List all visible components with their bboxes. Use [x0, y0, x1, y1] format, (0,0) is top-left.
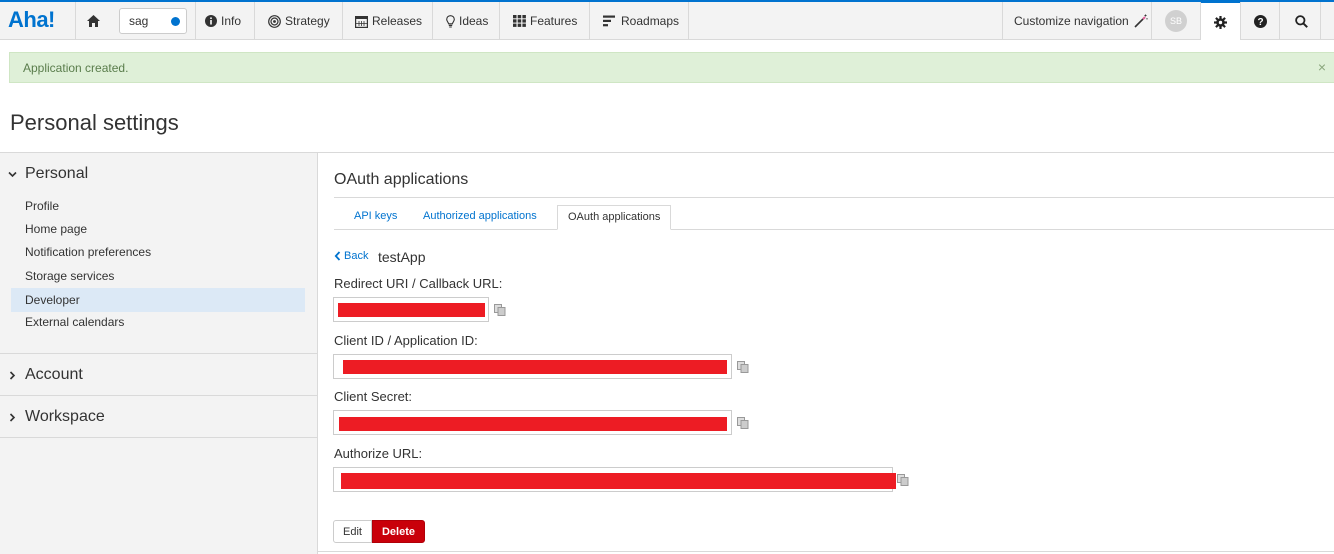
success-flash-message: Application created. × — [9, 52, 1334, 83]
nav-info[interactable]: Info — [205, 2, 241, 40]
info-circle-icon — [205, 15, 217, 27]
authorize-url-label: Authorize URL: — [334, 446, 423, 461]
top-navigation-bar: Aha! sag Info Strategy Releases Ideas Fe… — [0, 0, 1334, 41]
copy-icon[interactable] — [897, 474, 909, 486]
lightbulb-icon — [446, 14, 455, 27]
nav-releases[interactable]: Releases — [355, 2, 422, 40]
divider — [0, 395, 318, 396]
divider — [318, 551, 1334, 552]
help-circle-icon: ? — [1253, 14, 1267, 28]
redacted-value — [343, 360, 727, 374]
search-icon — [1294, 14, 1308, 28]
calendar-icon — [355, 15, 368, 28]
nav-strategy[interactable]: Strategy — [268, 2, 330, 40]
workspace-selector[interactable]: sag — [119, 8, 187, 34]
settings-sidebar: Personal Profile Home page Notification … — [0, 153, 318, 554]
sidebar-section-workspace[interactable]: Workspace — [8, 408, 105, 426]
chevron-right-icon — [9, 412, 16, 422]
sidebar-section-account[interactable]: Account — [8, 366, 83, 384]
divider — [334, 197, 1334, 198]
nav-roadmaps-label: Roadmaps — [621, 14, 680, 28]
help-button[interactable]: ? — [1241, 2, 1279, 40]
redirect-uri-label: Redirect URI / Callback URL: — [334, 276, 503, 291]
nav-roadmaps[interactable]: Roadmaps — [603, 2, 679, 40]
flash-text: Application created. — [23, 61, 129, 75]
nav-ideas[interactable]: Ideas — [446, 2, 488, 40]
back-link[interactable]: Back — [334, 250, 368, 262]
customize-navigation-label: Customize navigation — [1014, 14, 1129, 28]
tab-authorized-applications[interactable]: Authorized applications — [413, 205, 547, 230]
redacted-value — [339, 417, 727, 431]
svg-text:?: ? — [1257, 17, 1263, 28]
target-icon — [268, 14, 281, 28]
copy-icon[interactable] — [737, 361, 749, 373]
sidebar-section-personal[interactable]: Personal — [8, 165, 88, 183]
roadmap-icon — [603, 15, 615, 27]
nav-releases-label: Releases — [372, 14, 423, 28]
aha-logo[interactable]: Aha! — [8, 7, 55, 33]
avatar[interactable]: SB — [1165, 10, 1187, 32]
chevron-right-icon — [9, 370, 16, 380]
sidebar-item-home-page[interactable]: Home page — [11, 217, 305, 241]
authorize-url-field[interactable] — [333, 467, 896, 492]
chevron-left-icon — [334, 251, 341, 261]
nav-info-label: Info — [221, 14, 242, 28]
client-secret-field[interactable] — [333, 410, 732, 435]
nav-divider — [195, 2, 196, 40]
sidebar-item-external-calendars[interactable]: External calendars — [11, 310, 305, 334]
sidebar-item-developer[interactable]: Developer — [11, 288, 305, 312]
divider — [0, 437, 318, 438]
nav-divider — [688, 2, 689, 40]
nav-strategy-label: Strategy — [285, 14, 330, 28]
nav-divider — [1320, 2, 1321, 40]
nav-divider — [1002, 2, 1003, 40]
nav-features[interactable]: Features — [513, 2, 577, 40]
sidebar-section-label: Account — [25, 366, 83, 383]
copy-icon[interactable] — [494, 304, 506, 316]
sidebar-item-profile[interactable]: Profile — [11, 194, 305, 218]
workspace-color-dot — [171, 17, 180, 26]
section-title: OAuth applications — [334, 171, 469, 188]
sidebar-section-label: Personal — [25, 165, 89, 182]
redacted-value — [341, 473, 896, 489]
divider — [0, 353, 318, 354]
sidebar-section-label: Workspace — [25, 408, 105, 425]
redirect-uri-field[interactable] — [333, 297, 489, 322]
nav-divider — [1279, 2, 1280, 40]
nav-divider — [254, 2, 255, 40]
workspace-selector-value: sag — [129, 14, 149, 28]
copy-icon[interactable] — [737, 417, 749, 429]
settings-button[interactable] — [1201, 0, 1240, 41]
chevron-down-icon — [8, 171, 17, 177]
nav-features-label: Features — [530, 14, 578, 28]
nav-divider — [432, 2, 433, 40]
customize-navigation-button[interactable]: Customize navigation — [1014, 2, 1148, 40]
nav-divider — [499, 2, 500, 40]
search-button[interactable] — [1282, 2, 1320, 40]
client-secret-label: Client Secret: — [334, 389, 413, 404]
nav-divider — [589, 2, 590, 40]
client-id-label: Client ID / Application ID: — [334, 333, 478, 348]
tab-oauth-applications[interactable]: OAuth applications — [557, 205, 672, 230]
grid-icon — [513, 15, 526, 27]
magic-wand-icon — [1134, 14, 1148, 28]
redacted-value — [338, 303, 485, 317]
sidebar-item-notification-preferences[interactable]: Notification preferences — [11, 240, 305, 264]
nav-divider — [342, 2, 343, 40]
edit-button[interactable]: Edit — [333, 520, 372, 543]
nav-ideas-label: Ideas — [459, 14, 489, 28]
delete-button[interactable]: Delete — [372, 520, 425, 543]
home-icon — [87, 15, 100, 27]
client-id-field[interactable] — [333, 354, 732, 379]
sidebar-item-storage-services[interactable]: Storage services — [11, 264, 305, 288]
application-name: testApp — [378, 249, 426, 265]
nav-divider — [1151, 2, 1152, 40]
page-title: Personal settings — [10, 110, 179, 135]
gear-icon — [1214, 15, 1227, 29]
back-link-label: Back — [344, 250, 369, 262]
tab-api-keys[interactable]: API keys — [344, 205, 407, 230]
home-button[interactable] — [76, 2, 111, 40]
close-icon[interactable]: × — [1318, 59, 1326, 75]
